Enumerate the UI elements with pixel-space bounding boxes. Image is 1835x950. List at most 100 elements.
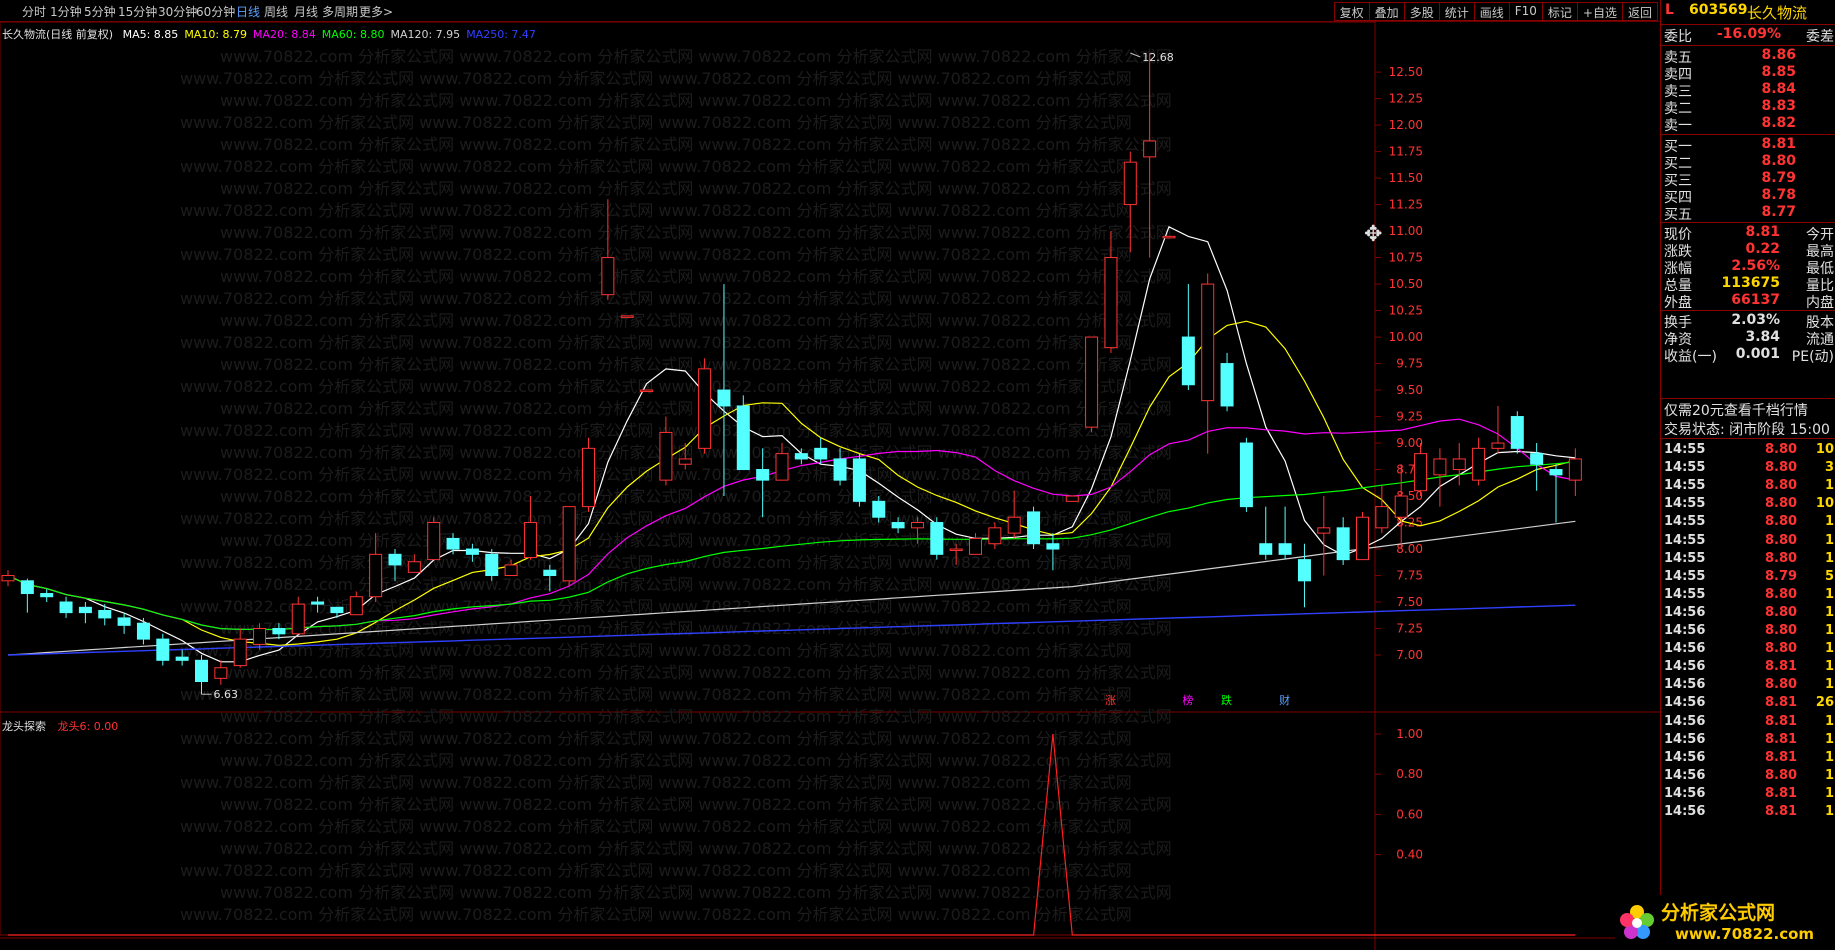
candle-body (1491, 442, 1505, 449)
sell-row-value: 8.85 (1761, 64, 1796, 80)
ma-legend-item: MA20: 8.84 (253, 28, 316, 41)
tick-row: 14:56 8.81 1 (1661, 659, 1835, 677)
watermark-text: www.70822.com 分析家公式网 www.70822.com 分析家公式… (220, 575, 1172, 594)
candle-body (562, 506, 576, 582)
stock-code: 603569 (1689, 2, 1748, 18)
tick-price: 8.80 (1765, 442, 1798, 457)
candle (1162, 235, 1176, 239)
candle-body (20, 580, 34, 595)
tick-time: 14:55 (1664, 460, 1706, 476)
candle (1085, 336, 1099, 433)
candle (1375, 485, 1389, 534)
tick-price: 8.80 (1765, 586, 1798, 602)
tick-time: 14:56 (1664, 659, 1706, 675)
candle (20, 578, 34, 613)
candle-body (523, 522, 537, 559)
candle-body (1317, 527, 1331, 534)
candle-body (1104, 257, 1118, 349)
tick-time: 14:56 (1664, 604, 1706, 620)
stat2-row-label: 收益(一) (1664, 349, 1717, 365)
candle-body (1181, 336, 1195, 386)
buy-row-value: 8.78 (1761, 187, 1796, 203)
event-marker: 跌 (1221, 693, 1232, 707)
tick-volume: 1 (1824, 550, 1834, 566)
divider (1661, 310, 1835, 311)
candle-body (717, 389, 731, 407)
candle-body (1162, 235, 1176, 239)
candle-body (988, 527, 1002, 545)
quote-header: L 603569 长久物流 (1661, 2, 1835, 24)
y-tick-label: 9.25 (1396, 410, 1423, 424)
candle (1549, 464, 1563, 523)
candle-body (214, 667, 228, 679)
watermark-text: www.70822.com 分析家公式网 www.70822.com 分析家公式… (220, 135, 1172, 154)
promo-link[interactable]: 仅需20元查看千档行情 (1661, 400, 1835, 419)
y-tick-label: 9.75 (1396, 357, 1423, 371)
watermark-text: www.70822.com 分析家公式网 www.70822.com 分析家公式… (220, 707, 1172, 726)
logo-watermark: 分析家公式网 www.70822.com (1615, 895, 1835, 950)
candle-body (1336, 527, 1350, 561)
watermark-text: www.70822.com 分析家公式网 www.70822.com 分析家公式… (180, 245, 1132, 264)
candle-body (1259, 543, 1273, 555)
sell-row-value: 8.82 (1761, 115, 1796, 131)
tick-volume: 1 (1824, 677, 1834, 693)
sub-y-tick-label: 0.40 (1396, 848, 1423, 862)
candle (1, 570, 15, 587)
tick-row: 14:56 8.81 1 (1661, 786, 1835, 804)
tick-time: 14:55 (1664, 550, 1706, 566)
kline-chart[interactable]: www.70822.com 分析家公式网 www.70822.com 分析家公式… (0, 0, 1660, 950)
candle-body (833, 458, 847, 481)
tick-row: 14:55 8.80 1 (1661, 551, 1835, 569)
candle-body (1239, 442, 1253, 508)
candle-body (1046, 543, 1060, 550)
watermark-text: www.70822.com 分析家公式网 www.70822.com 分析家公式… (220, 91, 1172, 110)
watermark-text: www.70822.com 分析家公式网 www.70822.com 分析家公式… (220, 223, 1172, 242)
stat2-row-right: PE(动) (1791, 349, 1834, 365)
candle-body (1452, 458, 1466, 471)
candle-body (1065, 495, 1079, 502)
candle-body (1530, 453, 1544, 465)
candle (1239, 437, 1253, 512)
watermark-text: www.70822.com 分析家公式网 www.70822.com 分析家公式… (180, 773, 1132, 792)
tick-volume: 1 (1824, 785, 1834, 801)
candle-body (794, 453, 808, 460)
candle-body (78, 606, 92, 614)
candle (1336, 517, 1350, 565)
watermark-text: www.70822.com 分析家公式网 www.70822.com 分析家公式… (180, 421, 1132, 440)
candle-body (756, 469, 770, 481)
tick-price: 8.80 (1765, 623, 1798, 638)
watermark-text: www.70822.com 分析家公式网 www.70822.com 分析家公式… (180, 377, 1132, 396)
candle-body (930, 522, 944, 555)
candle (1510, 411, 1524, 454)
candle (1452, 443, 1466, 486)
candle-body (640, 389, 654, 393)
candle-body (582, 447, 595, 508)
tick-time: 14:56 (1664, 785, 1706, 801)
y-tick-label: 12.00 (1389, 118, 1423, 132)
tick-price: 8.80 (1765, 496, 1798, 512)
tick-volume: 3 (1824, 460, 1834, 476)
candle-body (195, 659, 208, 683)
tick-row: 14:56 8.81 1 (1661, 750, 1835, 768)
candle-body (543, 569, 557, 577)
tick-row: 14:56 8.80 1 (1661, 768, 1835, 786)
tick-price: 8.81 (1765, 749, 1798, 765)
candle (1278, 506, 1292, 560)
candle-body (233, 638, 247, 667)
candle (582, 437, 595, 512)
tick-price: 8.80 (1765, 641, 1798, 657)
candle-body (1027, 511, 1041, 545)
tick-volume: 1 (1824, 749, 1834, 765)
tick-price: 8.81 (1765, 713, 1798, 729)
watermark-text: www.70822.com 分析家公式网 www.70822.com 分析家公式… (220, 179, 1172, 198)
ma-legend-item: MA250: 7.47 (466, 28, 536, 41)
stock-name: 长久物流 (1747, 4, 1808, 22)
watermark-text: www.70822.com 分析家公式网 www.70822.com 分析家公式… (180, 201, 1132, 220)
svg-text:分析家公式网: 分析家公式网 (1661, 901, 1775, 924)
candle-body (1568, 458, 1582, 481)
watermark-text: www.70822.com 分析家公式网 www.70822.com 分析家公式… (220, 355, 1172, 374)
y-tick-label: 11.75 (1389, 145, 1423, 159)
y-tick-label: 12.25 (1389, 92, 1423, 106)
stat-row-value: 113675 (1721, 275, 1780, 291)
candle-body (775, 453, 789, 481)
